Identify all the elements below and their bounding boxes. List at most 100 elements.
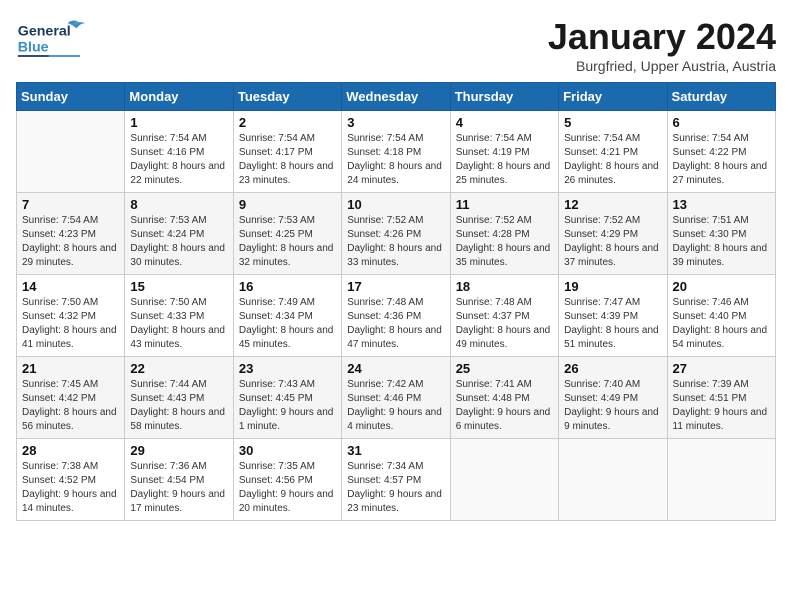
day-number: 26 [564,361,661,376]
calendar-cell: 19 Sunrise: 7:47 AMSunset: 4:39 PMDayligh… [559,275,667,357]
day-number: 18 [456,279,553,294]
cell-content: Sunrise: 7:54 AMSunset: 4:19 PMDaylight:… [456,132,553,188]
day-number: 30 [239,443,336,458]
day-number: 10 [347,197,444,212]
calendar-cell [17,111,125,193]
calendar-cell: 29 Sunrise: 7:36 AMSunset: 4:54 PMDayligh… [125,439,233,521]
day-number: 12 [564,197,661,212]
cell-content: Sunrise: 7:54 AMSunset: 4:21 PMDaylight:… [564,132,661,188]
calendar-cell: 30 Sunrise: 7:35 AMSunset: 4:56 PMDayligh… [233,439,341,521]
day-header-monday: Monday [125,83,233,111]
calendar-cell: 12 Sunrise: 7:52 AMSunset: 4:29 PMDayligh… [559,193,667,275]
day-number: 24 [347,361,444,376]
cell-content: Sunrise: 7:46 AMSunset: 4:40 PMDaylight:… [673,296,770,352]
calendar-cell: 2 Sunrise: 7:54 AMSunset: 4:17 PMDaylight… [233,111,341,193]
calendar-cell: 27Sunrise: 7:39 AMSunset: 4:51 PMDayligh… [667,357,775,439]
cell-content: Sunrise: 7:42 AMSunset: 4:46 PMDaylight:… [347,378,444,434]
calendar-cell: 26Sunrise: 7:40 AMSunset: 4:49 PMDayligh… [559,357,667,439]
location: Burgfried, Upper Austria, Austria [548,58,776,74]
cell-content: Sunrise: 7:52 AMSunset: 4:26 PMDaylight:… [347,214,444,270]
cell-content: Sunrise: 7:47 AMSunset: 4:39 PMDaylight:… [564,296,661,352]
day-number: 9 [239,197,336,212]
day-header-wednesday: Wednesday [342,83,450,111]
month-title: January 2024 [548,16,776,58]
cell-content: Sunrise: 7:34 AMSunset: 4:57 PMDaylight:… [347,460,444,516]
cell-content: Sunrise: 7:41 AMSunset: 4:48 PMDaylight:… [456,378,553,434]
calendar-week-row: 1 Sunrise: 7:54 AMSunset: 4:16 PMDaylight… [17,111,776,193]
calendar-cell: 17Sunrise: 7:48 AMSunset: 4:36 PMDayligh… [342,275,450,357]
calendar-cell: 21 Sunrise: 7:45 AMSunset: 4:42 PMDayligh… [17,357,125,439]
day-number: 11 [456,197,553,212]
cell-content: Sunrise: 7:38 AMSunset: 4:52 PMDaylight:… [22,460,119,516]
day-number: 1 [130,115,227,130]
day-number: 16 [239,279,336,294]
cell-content: Sunrise: 7:52 AMSunset: 4:28 PMDaylight:… [456,214,553,270]
calendar-week-row: 28Sunrise: 7:38 AMSunset: 4:52 PMDayligh… [17,439,776,521]
day-number: 6 [673,115,770,130]
calendar-cell: 28Sunrise: 7:38 AMSunset: 4:52 PMDayligh… [17,439,125,521]
cell-content: Sunrise: 7:54 AMSunset: 4:18 PMDaylight:… [347,132,444,188]
calendar-week-row: 7 Sunrise: 7:54 AMSunset: 4:23 PMDaylight… [17,193,776,275]
day-number: 13 [673,197,770,212]
calendar-cell [559,439,667,521]
cell-content: Sunrise: 7:39 AMSunset: 4:51 PMDaylight:… [673,378,770,434]
title-block: January 2024 Burgfried, Upper Austria, A… [548,16,776,74]
svg-text:Blue: Blue [18,40,49,56]
day-number: 21 [22,361,119,376]
calendar-cell: 13 Sunrise: 7:51 AMSunset: 4:30 PMDayligh… [667,193,775,275]
cell-content: Sunrise: 7:54 AMSunset: 4:16 PMDaylight:… [130,132,227,188]
calendar-cell: 11 Sunrise: 7:52 AMSunset: 4:28 PMDayligh… [450,193,558,275]
cell-content: Sunrise: 7:54 AMSunset: 4:17 PMDaylight:… [239,132,336,188]
cell-content: Sunrise: 7:48 AMSunset: 4:37 PMDaylight:… [456,296,553,352]
calendar-week-row: 14Sunrise: 7:50 AMSunset: 4:32 PMDayligh… [17,275,776,357]
page-header: General Blue January 2024 Burgfried, Upp… [16,16,776,74]
calendar-cell: 1 Sunrise: 7:54 AMSunset: 4:16 PMDaylight… [125,111,233,193]
calendar-cell: 23 Sunrise: 7:43 AMSunset: 4:45 PMDayligh… [233,357,341,439]
day-number: 3 [347,115,444,130]
day-number: 20 [673,279,770,294]
calendar-cell: 8Sunrise: 7:53 AMSunset: 4:24 PMDaylight… [125,193,233,275]
calendar-cell: 25 Sunrise: 7:41 AMSunset: 4:48 PMDayligh… [450,357,558,439]
calendar-header-row: SundayMondayTuesdayWednesdayThursdayFrid… [17,83,776,111]
svg-text:General: General [18,24,71,40]
cell-content: Sunrise: 7:35 AMSunset: 4:56 PMDaylight:… [239,460,336,516]
day-header-saturday: Saturday [667,83,775,111]
day-header-thursday: Thursday [450,83,558,111]
cell-content: Sunrise: 7:36 AMSunset: 4:54 PMDaylight:… [130,460,227,516]
day-number: 29 [130,443,227,458]
cell-content: Sunrise: 7:53 AMSunset: 4:25 PMDaylight:… [239,214,336,270]
calendar-cell: 5 Sunrise: 7:54 AMSunset: 4:21 PMDaylight… [559,111,667,193]
cell-content: Sunrise: 7:54 AMSunset: 4:22 PMDaylight:… [673,132,770,188]
cell-content: Sunrise: 7:54 AMSunset: 4:23 PMDaylight:… [22,214,119,270]
calendar-cell: 24 Sunrise: 7:42 AMSunset: 4:46 PMDayligh… [342,357,450,439]
calendar-cell: 9 Sunrise: 7:53 AMSunset: 4:25 PMDaylight… [233,193,341,275]
cell-content: Sunrise: 7:51 AMSunset: 4:30 PMDaylight:… [673,214,770,270]
calendar-cell: 18 Sunrise: 7:48 AMSunset: 4:37 PMDayligh… [450,275,558,357]
logo: General Blue [16,16,96,60]
day-number: 25 [456,361,553,376]
day-number: 5 [564,115,661,130]
day-header-friday: Friday [559,83,667,111]
calendar-cell: 10 Sunrise: 7:52 AMSunset: 4:26 PMDayligh… [342,193,450,275]
calendar-cell: 31Sunrise: 7:34 AMSunset: 4:57 PMDayligh… [342,439,450,521]
cell-content: Sunrise: 7:43 AMSunset: 4:45 PMDaylight:… [239,378,336,434]
day-number: 7 [22,197,119,212]
calendar-cell: 7 Sunrise: 7:54 AMSunset: 4:23 PMDaylight… [17,193,125,275]
day-number: 23 [239,361,336,376]
day-number: 19 [564,279,661,294]
calendar-cell: 6 Sunrise: 7:54 AMSunset: 4:22 PMDaylight… [667,111,775,193]
cell-content: Sunrise: 7:45 AMSunset: 4:42 PMDaylight:… [22,378,119,434]
calendar-cell: 14Sunrise: 7:50 AMSunset: 4:32 PMDayligh… [17,275,125,357]
cell-content: Sunrise: 7:53 AMSunset: 4:24 PMDaylight:… [130,214,227,270]
calendar-week-row: 21 Sunrise: 7:45 AMSunset: 4:42 PMDayligh… [17,357,776,439]
calendar-cell: 3 Sunrise: 7:54 AMSunset: 4:18 PMDaylight… [342,111,450,193]
day-number: 22 [130,361,227,376]
calendar-cell: 20 Sunrise: 7:46 AMSunset: 4:40 PMDayligh… [667,275,775,357]
cell-content: Sunrise: 7:52 AMSunset: 4:29 PMDaylight:… [564,214,661,270]
calendar-cell [667,439,775,521]
day-number: 4 [456,115,553,130]
day-number: 2 [239,115,336,130]
cell-content: Sunrise: 7:49 AMSunset: 4:34 PMDaylight:… [239,296,336,352]
day-header-tuesday: Tuesday [233,83,341,111]
logo-svg: General Blue [16,16,96,60]
